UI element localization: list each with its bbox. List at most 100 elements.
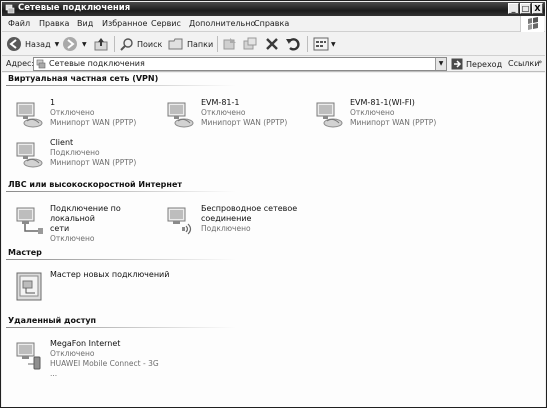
address-bar: Адрес: Сетевые подключения ▼ Переход Ссы…: [2, 56, 545, 72]
folders-label: Папки: [187, 39, 214, 49]
toolbar-separator: [114, 36, 115, 52]
toolbar-separator: [217, 36, 218, 52]
go-button[interactable]: Переход: [451, 57, 502, 71]
new-connection-wizard[interactable]: Мастер новых подключений: [8, 270, 208, 310]
group-header-lan: ЛВС или высокоскоростной Интернет: [8, 180, 182, 189]
address-field[interactable]: Сетевые подключения ▼: [33, 57, 447, 71]
views-icon: [313, 37, 329, 51]
up-folder-button[interactable]: [94, 35, 108, 53]
connection-name: EVM-81-1: [201, 98, 240, 107]
search-label: Поиск: [137, 39, 163, 49]
address-dropdown-button[interactable]: ▼: [435, 58, 446, 70]
vpn-connection-icon: [316, 102, 343, 128]
connection-device: Минипорт WAN (PPTP): [201, 118, 288, 127]
connection-device: Минипорт WAN (PPTP): [350, 118, 437, 127]
network-connections-icon: [5, 4, 15, 14]
connection-status: Отключено: [50, 349, 95, 358]
links-label[interactable]: Ссылки: [508, 59, 539, 68]
folders-icon: [168, 38, 183, 50]
connection-vpn-client[interactable]: Client Подключено Минипорт WAN (PPTP): [8, 138, 158, 178]
connection-status: Отключено: [50, 234, 95, 243]
connection-name: Client: [50, 138, 74, 147]
group-divider: [6, 191, 236, 192]
vpn-connection-icon: [16, 142, 43, 168]
search-button[interactable]: Поиск: [120, 35, 162, 53]
network-connections-icon: [36, 59, 46, 69]
go-arrow-icon: [451, 58, 463, 70]
minimize-button[interactable]: _: [508, 3, 519, 14]
menu-tools[interactable]: Сервис: [151, 19, 181, 28]
menu-file[interactable]: Файл: [8, 19, 30, 28]
menu-advanced[interactable]: Дополнительно: [189, 19, 255, 28]
forward-dropdown-icon[interactable]: ▼: [82, 41, 87, 48]
connection-wireless[interactable]: Беспроводное сетевое соединение Подключе…: [159, 204, 309, 244]
connection-name-continued: соединение: [201, 214, 252, 223]
back-arrow-icon: [7, 37, 21, 51]
connection-device: Минипорт WAN (PPTP): [50, 118, 137, 127]
up-folder-icon: [94, 38, 108, 51]
title-bar[interactable]: Сетевые подключения _ □ X: [2, 2, 545, 16]
connection-vpn-1[interactable]: 1 Отключено Минипорт WAN (PPTP): [8, 98, 158, 138]
group-divider: [6, 85, 236, 86]
connection-name: EVM-81-1(WI-FI): [350, 98, 415, 107]
menu-favorites[interactable]: Избранное: [102, 19, 147, 28]
connection-status: Подключено: [50, 148, 100, 157]
undo-icon: [286, 38, 300, 51]
content-pane: Виртуальная частная сеть (VPN) 1 Отключе…: [2, 73, 545, 407]
move-to-button[interactable]: [222, 35, 238, 53]
address-label: Адрес:: [6, 59, 35, 68]
toolbar: Назад ▼ ▼ Поиск Папки ▼: [2, 32, 545, 56]
menu-help[interactable]: Справка: [254, 19, 289, 28]
address-value: Сетевые подключения: [49, 59, 145, 68]
delete-x-icon: [266, 38, 278, 50]
connection-vpn-evm-81-1[interactable]: EVM-81-1 Отключено Минипорт WAN (PPTP): [159, 98, 309, 138]
connection-device: Минипорт WAN (PPTP): [50, 158, 137, 167]
views-button[interactable]: ▼: [313, 35, 336, 53]
menu-edit[interactable]: Правка: [39, 19, 69, 28]
group-divider: [6, 327, 236, 328]
explorer-window: Сетевые подключения _ □ X Файл Правка Ви…: [0, 0, 547, 408]
search-icon: [120, 38, 133, 51]
dialup-connection-icon: [16, 342, 41, 370]
wizard-name: Мастер новых подключений: [50, 270, 170, 279]
windows-logo-icon: [520, 16, 544, 32]
connection-status: Отключено: [50, 108, 95, 117]
vpn-connection-icon: [167, 102, 194, 128]
connection-name: MegaFon Internet: [50, 339, 121, 348]
connection-name: Беспроводное сетевое: [201, 204, 298, 213]
wizard-icon: [16, 272, 42, 301]
undo-button[interactable]: [285, 35, 301, 53]
back-dropdown-icon[interactable]: ▼: [55, 41, 60, 48]
toolbar-separator: [307, 36, 308, 52]
connection-name: 1: [50, 98, 56, 107]
back-label: Назад: [25, 39, 51, 49]
connection-lan-local[interactable]: Подключение по локальной сети Отключено: [8, 204, 158, 244]
group-header-wizard: Мастер: [8, 248, 42, 257]
menu-view[interactable]: Вид: [77, 19, 93, 28]
connection-name-continued: сети: [50, 224, 70, 233]
connection-status: Отключено: [350, 108, 395, 117]
links-chevron-icon[interactable]: »: [538, 58, 542, 66]
connection-device: HUAWEI Mobile Connect - 3G ...: [50, 359, 159, 378]
connection-name: Подключение по локальной: [50, 204, 121, 223]
group-header-vpn: Виртуальная частная сеть (VPN): [8, 74, 159, 83]
copy-to-icon: [243, 37, 257, 50]
forward-arrow-icon: [63, 37, 77, 51]
back-button[interactable]: Назад ▼: [6, 35, 59, 53]
group-header-dialup: Удаленный доступ: [8, 316, 97, 325]
group-divider: [6, 259, 236, 260]
delete-button[interactable]: [264, 35, 280, 53]
views-dropdown-icon: ▼: [331, 40, 336, 48]
close-button[interactable]: X: [532, 3, 543, 14]
connection-status: Отключено: [201, 108, 246, 117]
maximize-button[interactable]: □: [520, 3, 531, 14]
menu-bar: Файл Правка Вид Избранное Сервис Дополни…: [2, 16, 545, 32]
connection-megafon[interactable]: MegaFon Internet Отключено HUAWEI Mobile…: [8, 339, 159, 379]
vpn-connection-icon: [16, 102, 43, 128]
forward-button[interactable]: ▼: [62, 35, 87, 53]
go-label: Переход: [466, 59, 503, 69]
copy-to-button[interactable]: [242, 35, 258, 53]
wireless-connection-icon: [167, 207, 192, 235]
connection-vpn-evm-81-1-wifi[interactable]: EVM-81-1(WI-FI) Отключено Минипорт WAN (…: [308, 98, 458, 138]
folders-button[interactable]: Папки: [168, 35, 213, 53]
